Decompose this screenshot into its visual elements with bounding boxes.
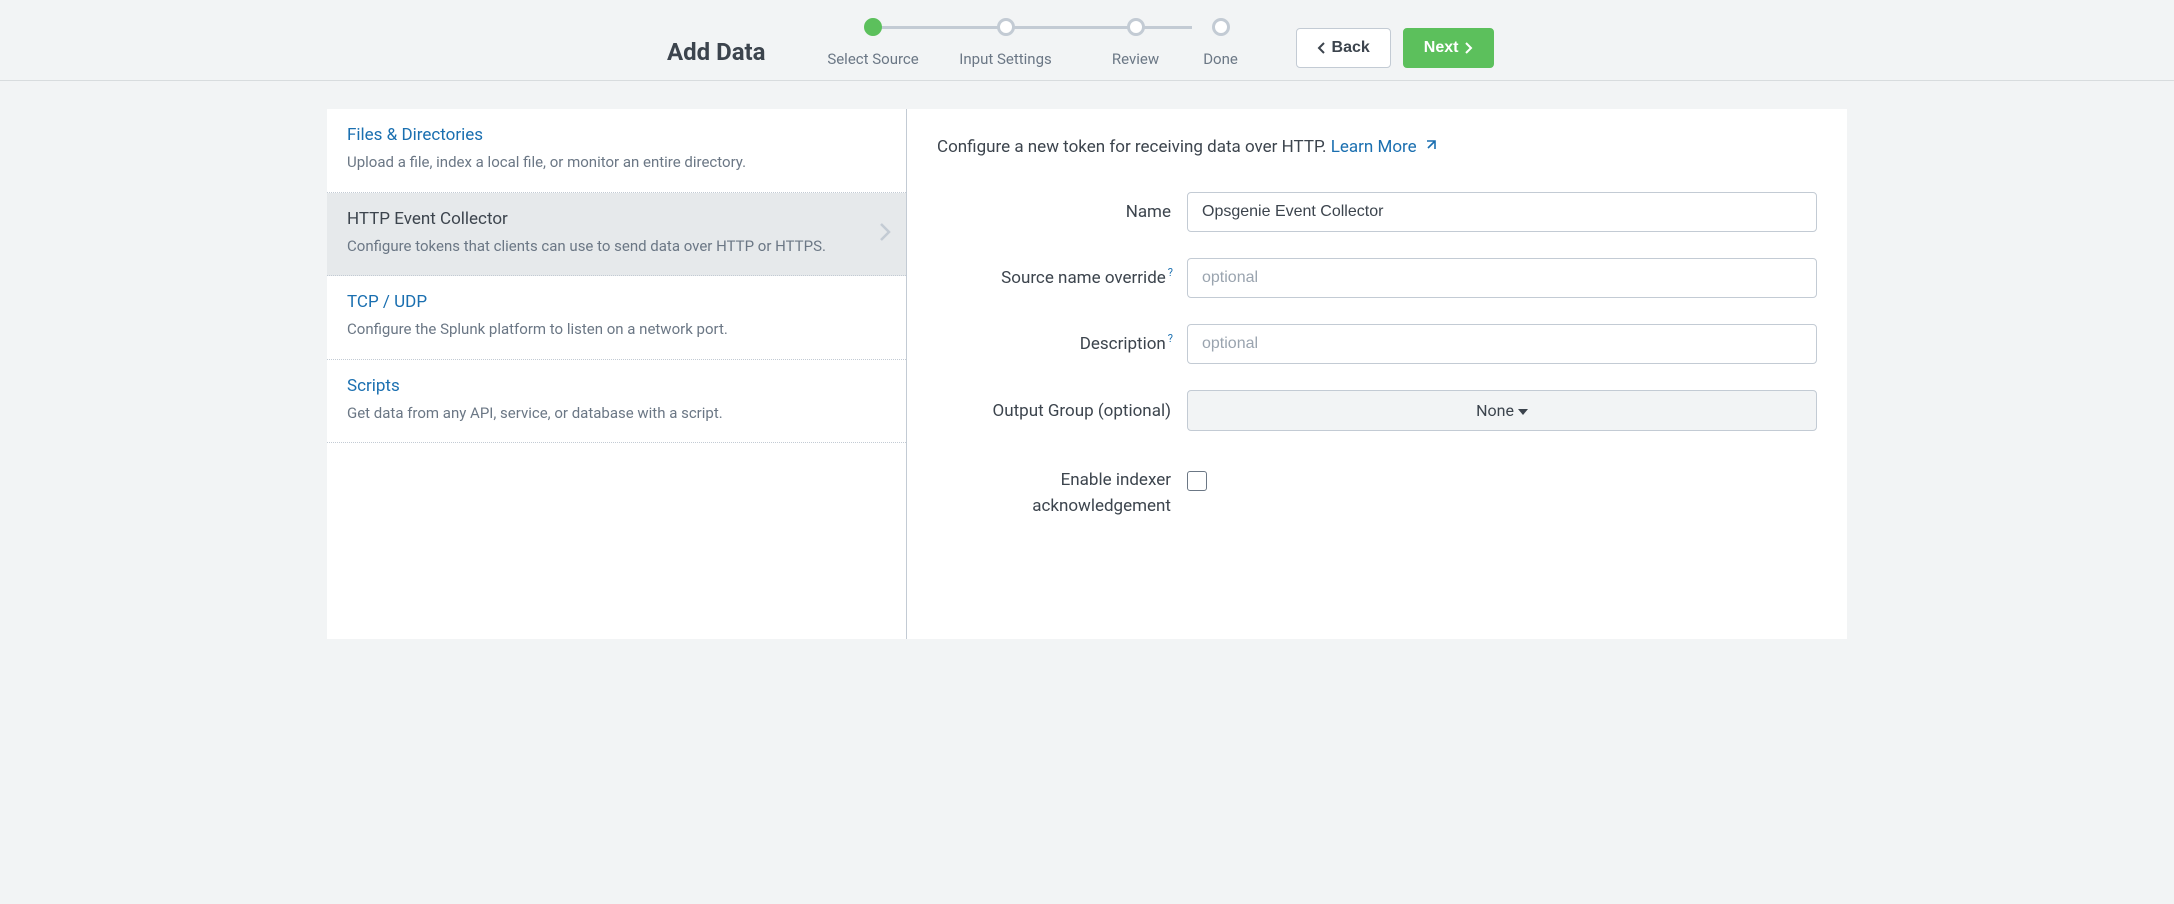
- description-label: Description?: [937, 334, 1187, 354]
- help-icon[interactable]: ?: [1168, 332, 1173, 345]
- sidebar-item-desc: Configure the Splunk platform to listen …: [347, 318, 886, 341]
- sidebar-item-files-directories[interactable]: Files & Directories Upload a file, index…: [327, 109, 906, 193]
- caret-down-icon: [1518, 409, 1528, 415]
- page-title: Add Data: [667, 38, 766, 66]
- sidebar-item-desc: Upload a file, index a local file, or mo…: [347, 151, 886, 174]
- source-name-override-label-text: Source name override: [1001, 268, 1166, 288]
- output-group-select[interactable]: None: [1187, 390, 1817, 431]
- learn-more-label: Learn More: [1331, 137, 1417, 157]
- sidebar-item-title: Scripts: [347, 376, 886, 396]
- intro-text: Configure a new token for receiving data…: [937, 137, 1817, 158]
- content-panel: Files & Directories Upload a file, index…: [327, 109, 1847, 639]
- step-label: Select Source: [827, 50, 918, 68]
- learn-more-link[interactable]: Learn More: [1331, 137, 1437, 157]
- step-label: Review: [1112, 50, 1159, 68]
- back-button[interactable]: Back: [1296, 28, 1391, 68]
- sidebar-item-title: TCP / UDP: [347, 292, 886, 312]
- enable-indexer-ack-checkbox[interactable]: [1187, 471, 1207, 491]
- sidebar-item-desc: Get data from any API, service, or datab…: [347, 402, 886, 425]
- intro-text-content: Configure a new token for receiving data…: [937, 137, 1331, 157]
- sidebar-item-http-event-collector[interactable]: HTTP Event Collector Configure tokens th…: [327, 193, 906, 277]
- stepper: Select Source Input Settings Review Done: [816, 18, 1256, 68]
- main-form: Configure a new token for receiving data…: [907, 109, 1847, 639]
- back-button-label: Back: [1332, 39, 1370, 57]
- header-bar: Add Data Select Source Input Settings Re…: [0, 0, 2174, 81]
- step-label: Done: [1203, 50, 1238, 68]
- description-label-text: Description: [1080, 334, 1166, 354]
- sidebar-item-scripts[interactable]: Scripts Get data from any API, service, …: [327, 360, 906, 444]
- sidebar: Files & Directories Upload a file, index…: [327, 109, 907, 639]
- name-label: Name: [937, 202, 1187, 222]
- next-button[interactable]: Next: [1403, 28, 1495, 68]
- sidebar-item-title: HTTP Event Collector: [347, 209, 886, 229]
- step-circle-done: [1212, 18, 1230, 36]
- enable-indexer-ack-label: Enable indexer acknowledgement: [937, 467, 1187, 520]
- chevron-right-icon: [878, 221, 892, 247]
- chevron-left-icon: [1317, 42, 1326, 54]
- output-group-value: None: [1476, 401, 1514, 420]
- name-input[interactable]: [1187, 192, 1817, 232]
- sidebar-item-tcp-udp[interactable]: TCP / UDP Configure the Splunk platform …: [327, 276, 906, 360]
- step-circle-select-source: [864, 18, 882, 36]
- next-button-label: Next: [1424, 39, 1459, 57]
- description-input[interactable]: [1187, 324, 1817, 364]
- help-icon[interactable]: ?: [1168, 266, 1173, 279]
- source-name-override-input[interactable]: [1187, 258, 1817, 298]
- chevron-right-icon: [1464, 42, 1473, 54]
- sidebar-item-title: Files & Directories: [347, 125, 886, 145]
- output-group-label: Output Group (optional): [937, 401, 1187, 421]
- step-circle-review: [1127, 18, 1145, 36]
- step-label: Input Settings: [959, 50, 1051, 68]
- external-link-icon: [1423, 138, 1437, 158]
- sidebar-item-desc: Configure tokens that clients can use to…: [347, 235, 886, 258]
- step-circle-input-settings: [997, 18, 1015, 36]
- source-name-override-label: Source name override?: [937, 268, 1187, 288]
